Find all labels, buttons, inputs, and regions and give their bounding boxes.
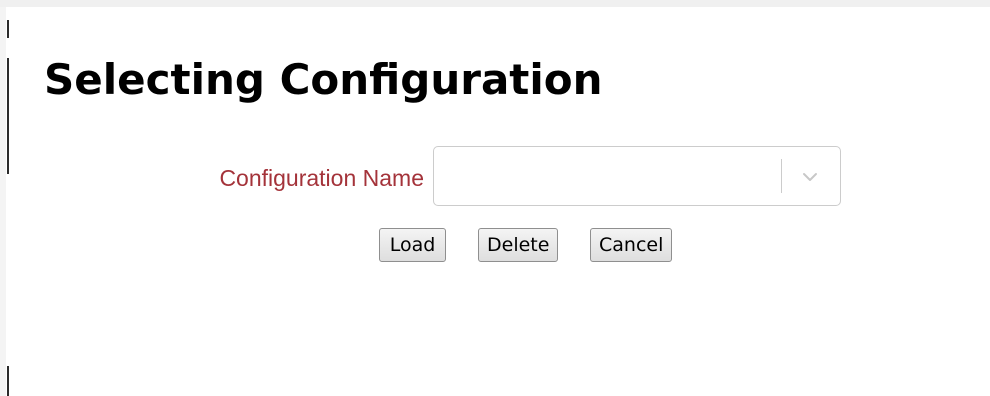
load-button[interactable]: Load xyxy=(379,228,446,262)
delete-button[interactable]: Delete xyxy=(478,228,558,262)
window-border-line xyxy=(7,20,9,38)
chevron-down-icon[interactable] xyxy=(798,169,822,185)
window-border-line xyxy=(7,366,9,396)
cancel-button[interactable]: Cancel xyxy=(590,228,672,262)
dialog-title: Selecting Configuration xyxy=(44,55,603,104)
window-border-line xyxy=(7,58,9,174)
configuration-name-label: Configuration Name xyxy=(219,165,424,191)
configuration-dialog: Selecting Configuration Configuration Na… xyxy=(14,7,990,396)
window-left-edge xyxy=(0,7,6,396)
button-row: Load Delete Cancel xyxy=(14,228,990,264)
select-separator xyxy=(781,159,782,193)
window-top-bar xyxy=(0,0,990,7)
configuration-name-select[interactable] xyxy=(433,146,841,206)
